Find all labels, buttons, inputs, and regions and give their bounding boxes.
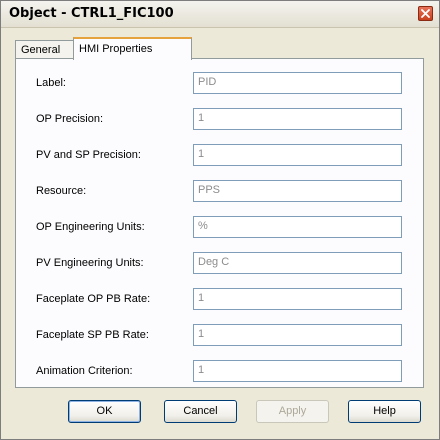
op-eng-units-input[interactable]: %: [193, 216, 402, 238]
faceplate-op-pb-rate-label: Faceplate OP PB Rate:: [36, 293, 151, 305]
op-precision-input[interactable]: 1: [193, 108, 402, 130]
cancel-button[interactable]: Cancel: [164, 400, 237, 423]
title-bar[interactable]: Object - CTRL1_FIC100: [1, 1, 439, 28]
resource-input[interactable]: PPS: [193, 180, 402, 202]
animation-criterion-label: Animation Criterion:: [36, 365, 133, 377]
faceplate-op-pb-rate-input[interactable]: 1: [193, 288, 402, 310]
faceplate-sp-pb-rate-input[interactable]: 1: [193, 324, 402, 346]
faceplate-sp-pb-rate-label: Faceplate SP PB Rate:: [36, 329, 149, 341]
dialog-window: Object - CTRL1_FIC100 General HMI Proper…: [0, 0, 440, 440]
label-label: Label:: [36, 77, 66, 89]
field-row-faceplate-sp-pb-rate: Faceplate SP PB Rate: 1: [16, 324, 423, 348]
field-row-op-eng-units: OP Engineering Units: %: [16, 216, 423, 240]
help-button[interactable]: Help: [348, 400, 421, 423]
tab-hmi-properties[interactable]: HMI Properties: [73, 37, 192, 60]
field-row-label: Label: PID: [16, 72, 423, 96]
field-row-resource: Resource: PPS: [16, 180, 423, 204]
window-title: Object - CTRL1_FIC100: [9, 6, 174, 21]
animation-criterion-input[interactable]: 1: [193, 360, 402, 382]
hmi-properties-panel: Label: PID OP Precision: 1 PV and SP Pre…: [15, 58, 424, 388]
field-row-pv-sp-precision: PV and SP Precision: 1: [16, 144, 423, 168]
field-row-animation-criterion: Animation Criterion: 1: [16, 360, 423, 384]
close-icon: [421, 9, 430, 18]
resource-label: Resource:: [36, 185, 87, 197]
tab-general[interactable]: General: [15, 40, 74, 59]
pv-sp-precision-input[interactable]: 1: [193, 144, 402, 166]
pv-eng-units-label: PV Engineering Units:: [36, 257, 144, 269]
ok-button[interactable]: OK: [68, 400, 141, 423]
op-precision-label: OP Precision:: [36, 113, 104, 125]
field-row-pv-eng-units: PV Engineering Units: Deg C: [16, 252, 423, 276]
label-input[interactable]: PID: [193, 72, 402, 94]
apply-button[interactable]: Apply: [256, 400, 329, 423]
dialog-button-bar: OK Cancel Apply Help: [1, 400, 439, 423]
pv-sp-precision-label: PV and SP Precision:: [36, 149, 141, 161]
op-eng-units-label: OP Engineering Units:: [36, 221, 145, 233]
pv-eng-units-input[interactable]: Deg C: [193, 252, 402, 274]
field-row-op-precision: OP Precision: 1: [16, 108, 423, 132]
close-button[interactable]: [418, 6, 433, 21]
field-row-faceplate-op-pb-rate: Faceplate OP PB Rate: 1: [16, 288, 423, 312]
